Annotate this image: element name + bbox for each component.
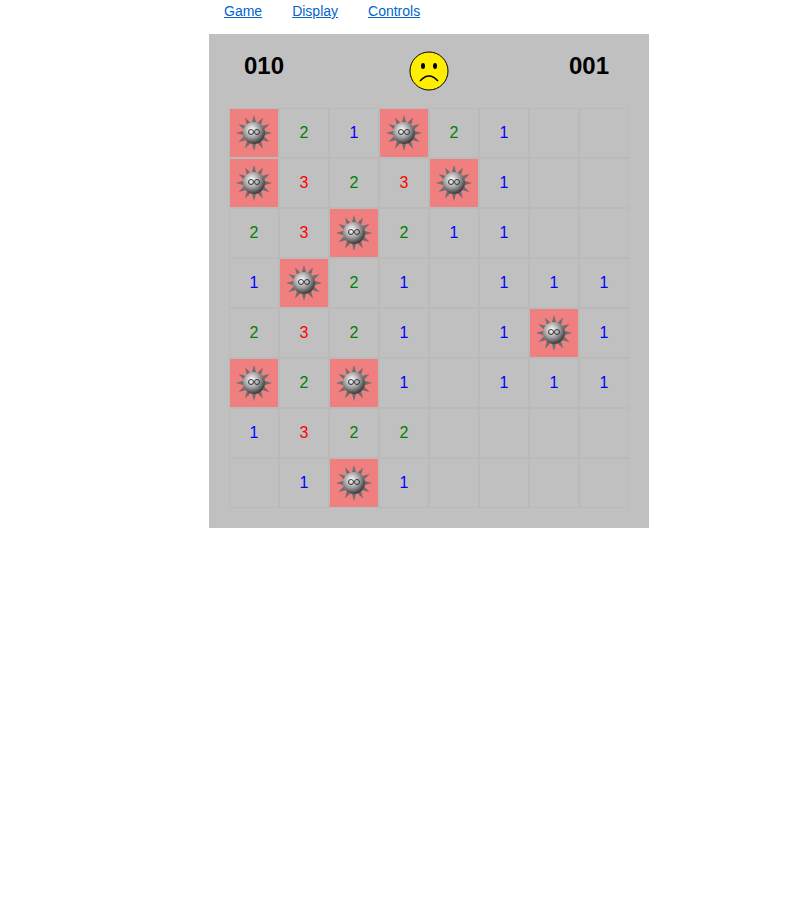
face-icon <box>409 51 449 91</box>
mine-cell[interactable] <box>279 258 329 308</box>
grid-cell[interactable] <box>429 408 479 458</box>
grid-cell[interactable]: 1 <box>479 208 529 258</box>
grid-cell[interactable]: 1 <box>479 158 529 208</box>
grid-cell[interactable]: 1 <box>529 358 579 408</box>
menu-link[interactable]: Controls <box>368 3 420 19</box>
grid-cell[interactable]: 2 <box>329 308 379 358</box>
game-header: 010 001 <box>229 34 629 108</box>
grid-cell[interactable] <box>529 108 579 158</box>
menu-link[interactable]: Game <box>224 3 262 19</box>
mine-icon <box>235 114 273 152</box>
grid-cell[interactable]: 1 <box>529 258 579 308</box>
grid-cell[interactable]: 1 <box>379 258 429 308</box>
grid-cell[interactable] <box>429 258 479 308</box>
grid-cell[interactable]: 3 <box>279 158 329 208</box>
grid-cell[interactable]: 2 <box>229 308 279 358</box>
grid-cell[interactable] <box>579 458 629 508</box>
grid-cell[interactable]: 1 <box>579 308 629 358</box>
mine-cell[interactable] <box>229 358 279 408</box>
grid-cell[interactable] <box>529 458 579 508</box>
mine-icon <box>235 364 273 402</box>
mine-icon <box>285 264 323 302</box>
mine-cell[interactable] <box>379 108 429 158</box>
mine-cell[interactable] <box>329 208 379 258</box>
mine-cell[interactable] <box>229 158 279 208</box>
grid-cell[interactable]: 1 <box>579 258 629 308</box>
mine-icon <box>335 464 373 502</box>
grid-cell[interactable]: 2 <box>379 408 429 458</box>
mine-cell[interactable] <box>229 108 279 158</box>
grid-cell[interactable] <box>479 408 529 458</box>
grid-cell[interactable]: 3 <box>279 408 329 458</box>
grid-cell[interactable]: 3 <box>279 208 329 258</box>
grid-cell[interactable]: 1 <box>479 308 529 358</box>
grid-cell[interactable]: 2 <box>379 208 429 258</box>
mine-cell[interactable] <box>329 358 379 408</box>
grid-cell[interactable] <box>579 208 629 258</box>
menu-link[interactable]: Display <box>292 3 338 19</box>
time-counter: 001 <box>569 52 613 80</box>
mine-icon <box>435 164 473 202</box>
mine-icon <box>385 114 423 152</box>
menu-bar: Game Display Controls <box>0 0 420 20</box>
grid-cell[interactable]: 2 <box>279 358 329 408</box>
mine-icon <box>335 214 373 252</box>
mine-counter: 010 <box>244 52 288 80</box>
grid-cell[interactable] <box>229 458 279 508</box>
grid-cell[interactable]: 2 <box>329 158 379 208</box>
grid-cell[interactable] <box>529 408 579 458</box>
grid-cell[interactable]: 2 <box>329 408 379 458</box>
game-board: 0100012121323123211121111232111211111322… <box>209 34 649 528</box>
grid-cell[interactable]: 3 <box>379 158 429 208</box>
grid-cell[interactable]: 1 <box>279 458 329 508</box>
grid-cell[interactable] <box>579 408 629 458</box>
grid-cell[interactable] <box>579 158 629 208</box>
grid-cell[interactable]: 1 <box>479 108 529 158</box>
grid-cell[interactable]: 3 <box>279 308 329 358</box>
mine-icon <box>535 314 573 352</box>
page: GameDisplayControls010001212132312321112… <box>0 0 810 528</box>
mine-icon <box>335 364 373 402</box>
grid-cell[interactable] <box>529 158 579 208</box>
grid-cell[interactable]: 1 <box>429 208 479 258</box>
mine-cell[interactable] <box>429 158 479 208</box>
grid-cell[interactable] <box>479 458 529 508</box>
grid-cell[interactable] <box>529 208 579 258</box>
grid-cell[interactable]: 1 <box>379 458 429 508</box>
grid-cell[interactable]: 1 <box>479 358 529 408</box>
grid-cell[interactable]: 1 <box>379 358 429 408</box>
grid-cell[interactable]: 1 <box>229 408 279 458</box>
grid-cell[interactable] <box>429 458 479 508</box>
grid-cell[interactable]: 2 <box>229 208 279 258</box>
grid-cell[interactable] <box>579 108 629 158</box>
mine-cell[interactable] <box>529 308 579 358</box>
grid-cell[interactable]: 1 <box>579 358 629 408</box>
mine-grid: 212132312321112111123211121111132211 <box>229 108 629 508</box>
grid-cell[interactable]: 1 <box>479 258 529 308</box>
grid-cell[interactable] <box>429 308 479 358</box>
face-button[interactable] <box>409 51 449 91</box>
grid-cell[interactable]: 1 <box>379 308 429 358</box>
grid-cell[interactable]: 2 <box>429 108 479 158</box>
grid-cell[interactable] <box>429 358 479 408</box>
grid-cell[interactable]: 1 <box>329 108 379 158</box>
grid-cell[interactable]: 1 <box>229 258 279 308</box>
grid-cell[interactable]: 2 <box>329 258 379 308</box>
mine-icon <box>235 164 273 202</box>
grid-cell[interactable]: 2 <box>279 108 329 158</box>
mine-cell[interactable] <box>329 458 379 508</box>
